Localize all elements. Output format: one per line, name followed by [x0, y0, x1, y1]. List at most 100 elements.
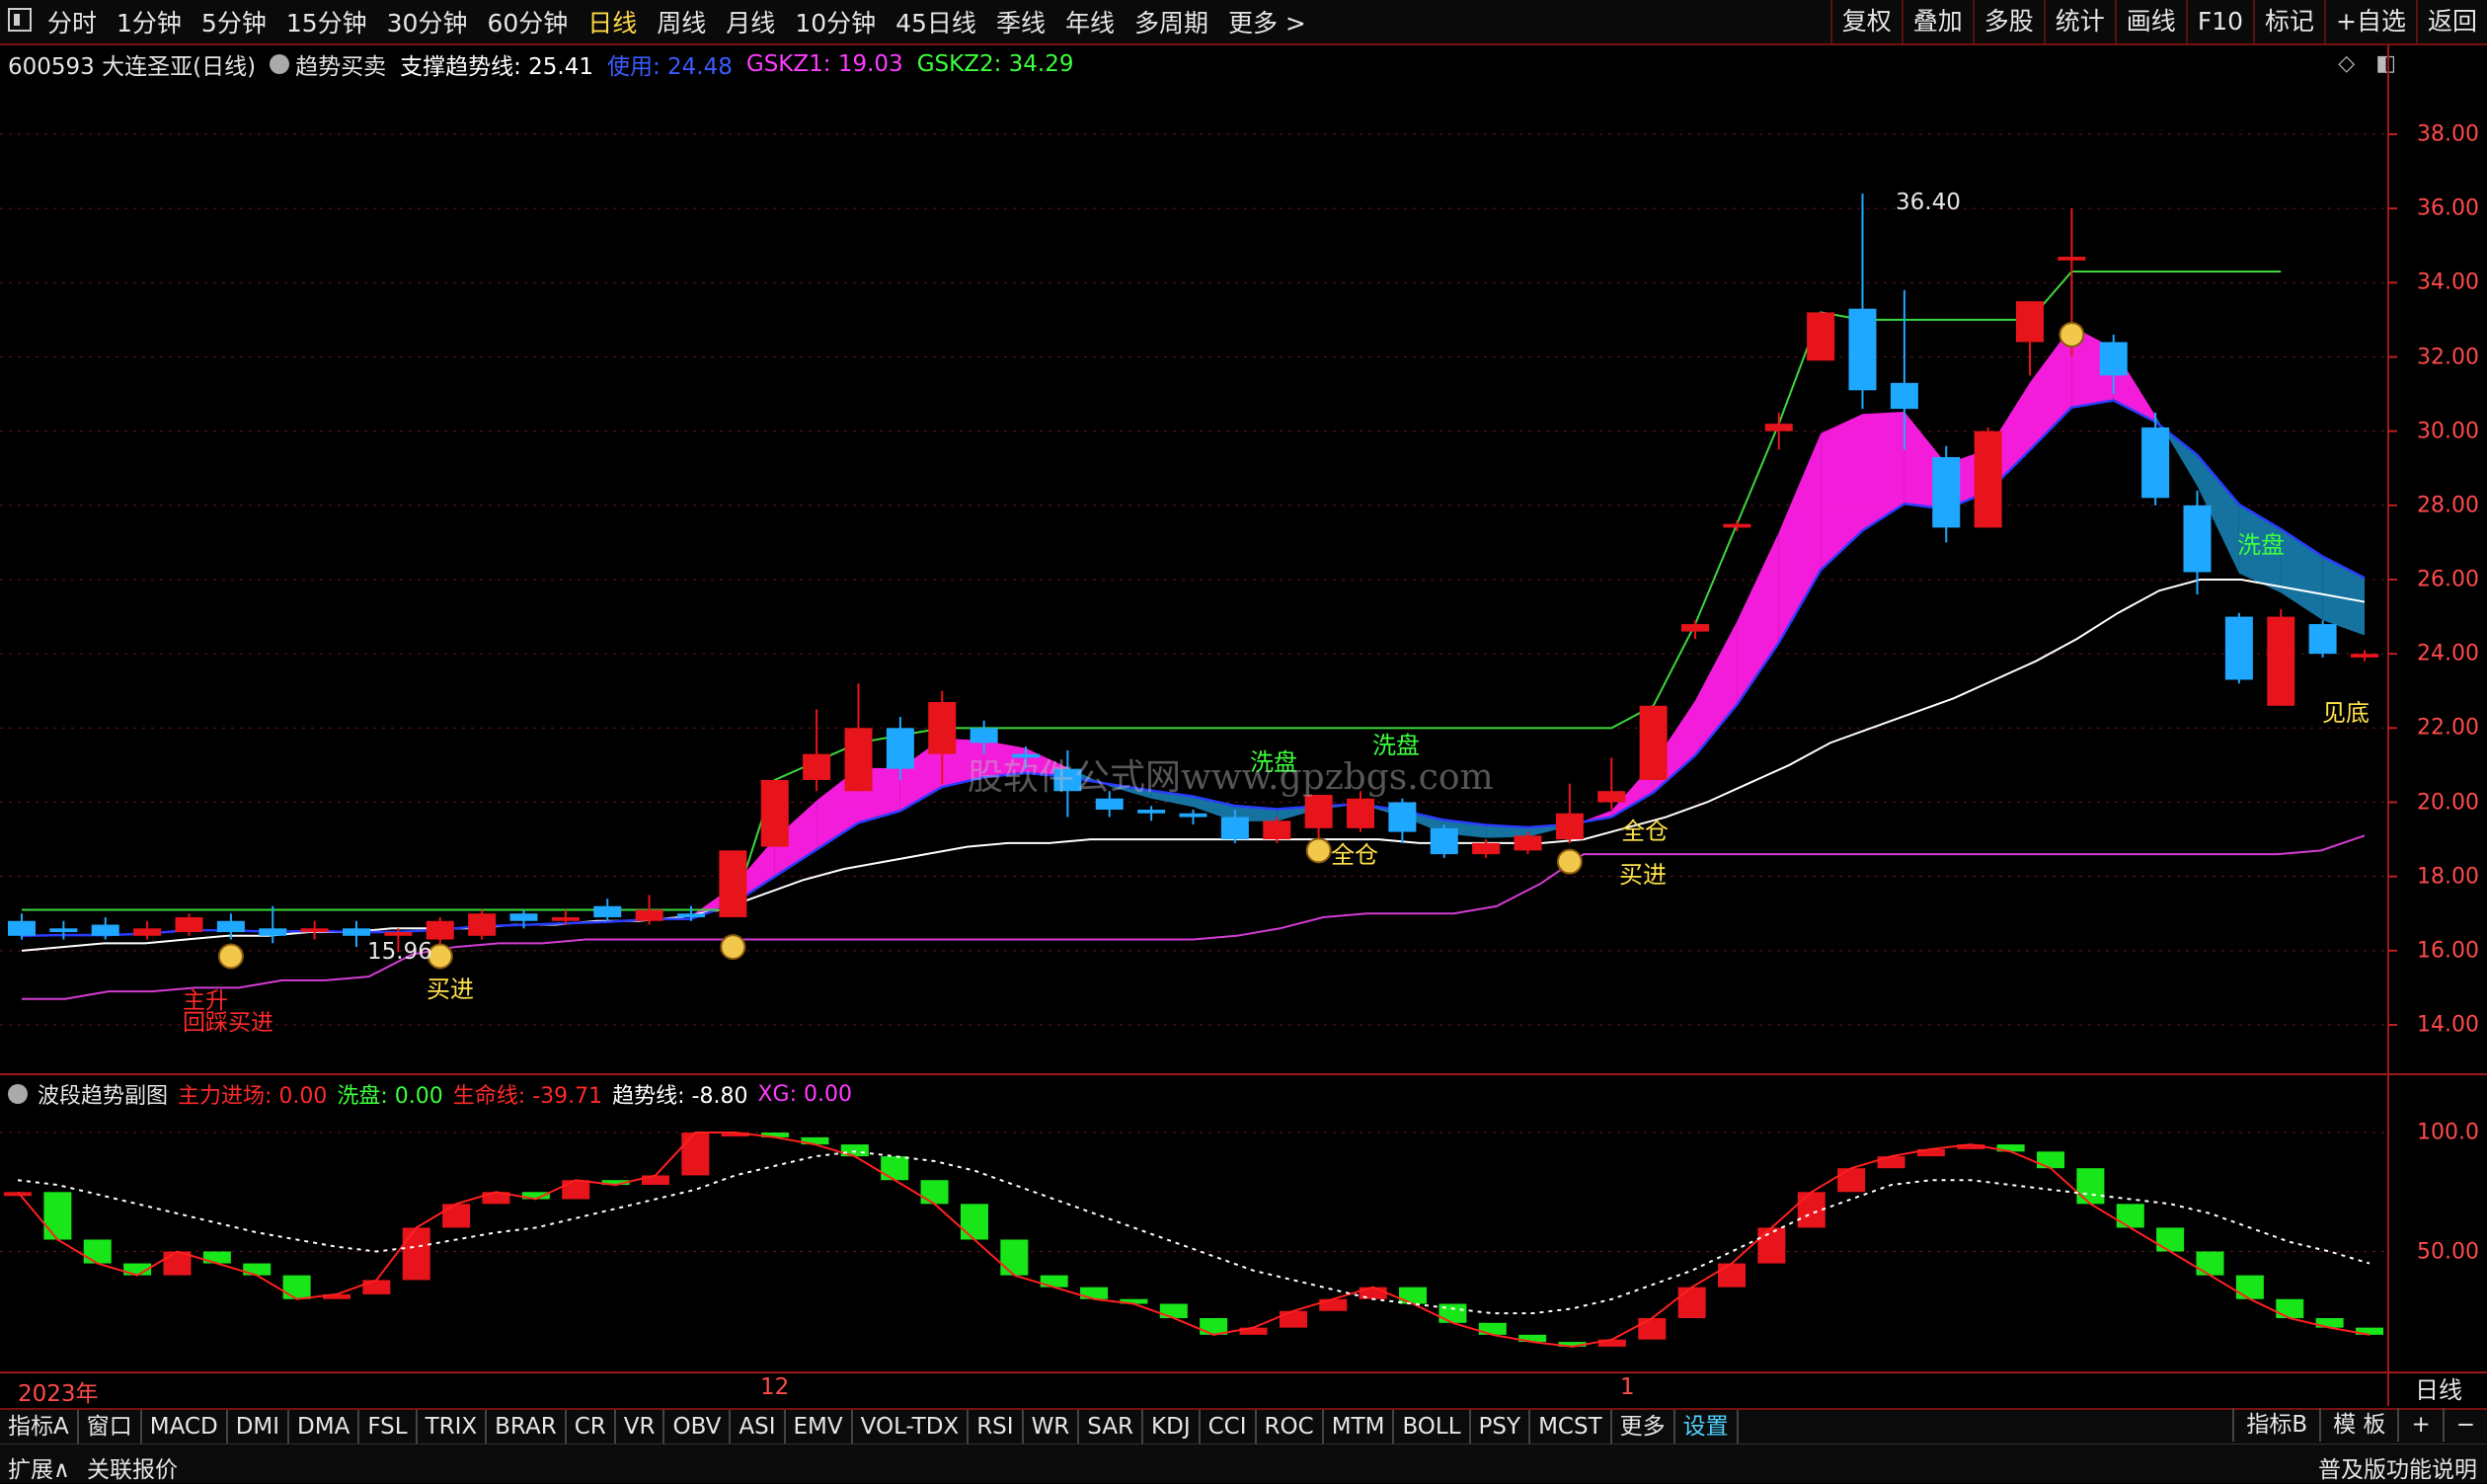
tab-monthly[interactable]: 月线	[726, 4, 775, 39]
indicator-tab-20[interactable]: MTM	[1324, 1410, 1395, 1444]
candle-body	[1764, 424, 1793, 431]
template-button[interactable]: 模 板	[2319, 1408, 2397, 1442]
sub-indicator-name[interactable]: 波段趋势副图	[38, 1078, 168, 1110]
indicator-tab-1[interactable]: 窗口	[79, 1410, 142, 1444]
price-tick-label: 34.00	[2417, 270, 2479, 295]
indicator-tab-11[interactable]: ASI	[731, 1410, 786, 1444]
candle-body	[509, 913, 538, 921]
indicator-tab-17[interactable]: KDJ	[1143, 1410, 1201, 1444]
shengming-value: 生命线: -39.71	[452, 1084, 603, 1109]
indicator-b-button[interactable]: 指标B	[2232, 1408, 2319, 1442]
indicator-tab-4[interactable]: DMA	[289, 1410, 360, 1444]
candle-body	[343, 928, 370, 936]
indicator-tab-18[interactable]: CCI	[1201, 1410, 1257, 1444]
sub-bar	[123, 1263, 152, 1276]
indicator-tabs: 指标A 窗口 MACD DMI DMA FSL TRIX BRAR CR VR OBV ASI EMV V…	[0, 1408, 2487, 1444]
sub-bar	[2235, 1275, 2264, 1299]
sub-tick-label: 100.0	[2417, 1120, 2479, 1145]
price-chart[interactable]	[0, 0, 2487, 1482]
indicator-tab-21[interactable]: BOLL	[1394, 1410, 1471, 1444]
tab-60min[interactable]: 60分钟	[487, 4, 568, 39]
candle-body	[133, 928, 162, 936]
tool-fuquan[interactable]: 复权	[1829, 0, 1902, 43]
buy-label-1: 买进	[427, 976, 474, 1003]
money-bag-icon	[217, 943, 244, 970]
indicator-toggle-icon[interactable]	[270, 54, 290, 74]
trend-ribbon-segment	[1611, 763, 1654, 818]
help-link[interactable]: 普及版功能说明	[2318, 1450, 2477, 1484]
diamond-icon[interactable]: ◇	[2338, 51, 2355, 76]
indicator-tab-12[interactable]: EMV	[786, 1410, 853, 1444]
tool-huaxian[interactable]: 画线	[2114, 0, 2186, 43]
expand-button[interactable]: 扩展∧	[8, 1450, 70, 1484]
indicator-tab-5[interactable]: FSL	[359, 1410, 418, 1444]
sub-bar	[2156, 1227, 2185, 1252]
candle-body	[1179, 813, 1207, 818]
tab-fenshi[interactable]: 分时	[47, 4, 97, 39]
tab-10min[interactable]: 10分钟	[795, 4, 876, 39]
price-tick-label: 28.00	[2417, 493, 2479, 518]
indicator-tab-15[interactable]: WR	[1024, 1410, 1080, 1444]
xipan-label-3: 洗盘	[2237, 531, 2285, 559]
money-bag-icon	[1556, 848, 1583, 875]
trend-ribbon-segment	[2030, 326, 2072, 450]
trend-ribbon-segment	[1737, 532, 1779, 705]
tool-diejia[interactable]: 叠加	[1901, 0, 1973, 43]
candle-body	[928, 702, 957, 754]
tab-1min[interactable]: 1分钟	[117, 4, 182, 39]
tab-weekly[interactable]: 周线	[657, 4, 706, 39]
indicator-tab-0[interactable]: 指标A	[0, 1410, 79, 1444]
indicator-tab-13[interactable]: VOL-TDX	[853, 1410, 970, 1444]
candle-body	[8, 920, 36, 936]
indicator-tab-23[interactable]: MCST	[1530, 1410, 1612, 1444]
candle-body	[300, 928, 329, 933]
date-label-year: 2023年	[18, 1381, 99, 1407]
price-tick-label: 38.00	[2417, 121, 2479, 147]
sub-bar	[1359, 1287, 1387, 1299]
indicator-tab-6[interactable]: TRIX	[418, 1410, 488, 1444]
tool-biaoji[interactable]: 标记	[2253, 0, 2324, 43]
tool-duogu[interactable]: 多股	[1972, 0, 2044, 43]
indicator-tab-16[interactable]: SAR	[1079, 1410, 1144, 1444]
tab-5min[interactable]: 5分钟	[201, 4, 267, 39]
indicator-tab-7[interactable]: BRAR	[487, 1410, 567, 1444]
indicator-tab-10[interactable]: OBV	[664, 1410, 732, 1444]
candle-body	[216, 920, 245, 933]
sub-bar	[1319, 1298, 1348, 1311]
related-quote-button[interactable]: 关联报价	[87, 1450, 178, 1484]
gskz2-value: GSKZ2: 34.29	[916, 51, 1074, 77]
indicator-name[interactable]: 趋势买卖	[295, 47, 386, 81]
support-trend-value: 支撑趋势线: 25.41	[400, 54, 593, 80]
tab-yearly[interactable]: 年线	[1065, 4, 1115, 39]
tab-daily[interactable]: 日线	[587, 4, 637, 39]
candle-body	[1848, 308, 1877, 391]
indicator-tab-3[interactable]: DMI	[228, 1410, 290, 1444]
tab-45day[interactable]: 45日线	[895, 4, 976, 39]
indicator-tab-24[interactable]: 更多	[1612, 1410, 1675, 1444]
sub-bar	[801, 1136, 829, 1145]
candle-body	[1807, 312, 1835, 361]
indicator-tab-9[interactable]: VR	[616, 1410, 665, 1444]
quancang-label-1: 全仓	[1331, 841, 1378, 869]
tab-15min[interactable]: 15分钟	[286, 4, 367, 39]
zoom-in-button[interactable]: +	[2397, 1408, 2442, 1442]
tab-quarterly[interactable]: 季线	[996, 4, 1046, 39]
tab-30min[interactable]: 30分钟	[387, 4, 468, 39]
indicator-tab-8[interactable]: CR	[567, 1410, 616, 1444]
tool-tongji[interactable]: 统计	[2043, 0, 2115, 43]
indicator-tab-2[interactable]: MACD	[142, 1410, 228, 1444]
candle-body	[2058, 257, 2086, 261]
indicator-tab-14[interactable]: RSI	[969, 1410, 1024, 1444]
candle-body	[175, 917, 203, 933]
tool-f10[interactable]: F10	[2185, 0, 2253, 43]
period-day-button[interactable]: 日线	[2390, 1374, 2487, 1406]
tab-more[interactable]: 更多 >	[1228, 4, 1306, 39]
indicator-tab-19[interactable]: ROC	[1257, 1410, 1324, 1444]
tab-multi-period[interactable]: 多周期	[1134, 4, 1208, 39]
window-menu-icon[interactable]	[8, 8, 32, 32]
indicator-tab-25[interactable]: 设置	[1675, 1410, 1739, 1444]
sub-indicator-toggle-icon[interactable]	[8, 1084, 28, 1104]
zoom-out-button[interactable]: −	[2442, 1408, 2487, 1442]
sub-bar	[721, 1133, 749, 1137]
indicator-tab-22[interactable]: PSY	[1471, 1410, 1531, 1444]
